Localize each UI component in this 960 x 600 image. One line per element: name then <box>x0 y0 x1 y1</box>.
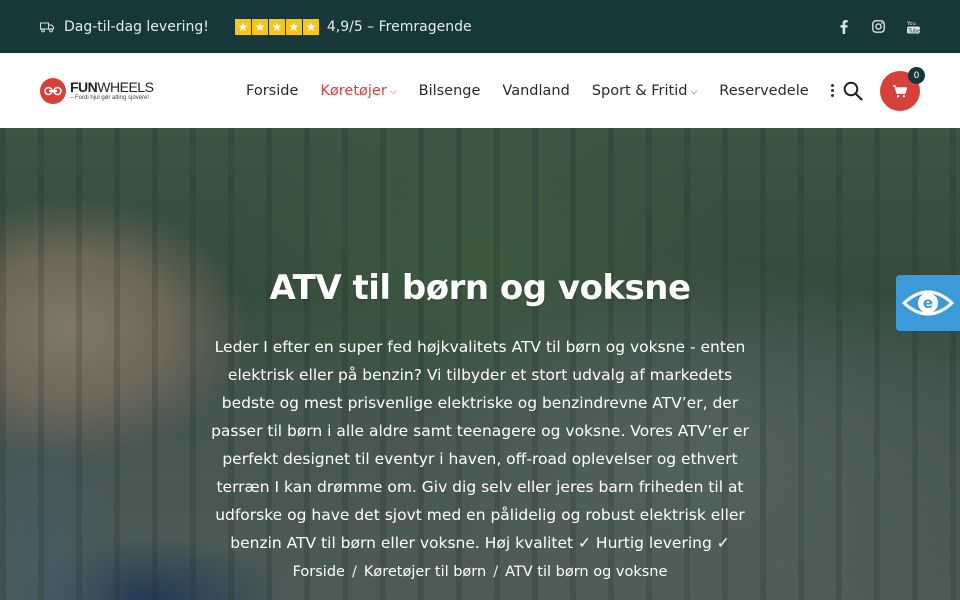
logo-tagline: – Fordi hjul gør alting sjovere! <box>70 94 150 101</box>
breadcrumb-separator: / <box>493 564 499 580</box>
chevron-down-icon: ⌵ <box>690 86 698 97</box>
nav-item-3[interactable]: Vandland <box>502 83 569 99</box>
nav-item-label: Køretøjer <box>320 82 387 99</box>
star-icon: ★ <box>234 18 251 35</box>
main-nav: Forside Køretøjer ⌵ Bilsenge Vandland Sport &… <box>246 83 835 99</box>
breadcrumb-home[interactable]: Forside <box>293 564 345 580</box>
cart-count-badge: 0 <box>908 67 925 84</box>
accessibility-button[interactable]: e <box>896 275 960 331</box>
search-icon[interactable] <box>843 81 863 101</box>
social-links: You Tube <box>837 19 920 34</box>
cart-icon <box>893 84 907 97</box>
page-title: ATV til børn og voksne <box>269 268 691 308</box>
nav-item-label: Bilsenge <box>418 82 481 99</box>
logo-badge <box>40 77 66 104</box>
breadcrumb-category[interactable]: Køretøjer til børn <box>364 564 486 580</box>
breadcrumb-separator: / <box>351 564 357 580</box>
nav-item-2[interactable]: Bilsenge <box>419 83 481 99</box>
youtube-icon[interactable]: You Tube <box>907 20 920 34</box>
star-icon: ★ <box>268 18 285 35</box>
nav-item-4[interactable]: Sport & Fritid ⌵ <box>592 83 697 99</box>
svg-text:Tube: Tube <box>908 28 921 34</box>
nav-item-5[interactable]: Reservedele <box>719 83 808 99</box>
facebook-icon[interactable] <box>837 19 850 34</box>
truck-icon <box>40 21 54 33</box>
more-menu-icon[interactable] <box>830 84 835 97</box>
top-bar: Dag-til-dag levering! ★ ★ ★ ★ ★ 4,9/5 – … <box>0 0 960 53</box>
site-header: FUNWHEELS – Fordi hjul gør alting sjover… <box>0 53 960 128</box>
nav-item-1[interactable]: Køretøjer ⌵ <box>320 83 396 99</box>
cart-button[interactable]: 0 <box>880 67 925 111</box>
breadcrumb-current: ATV til børn og voksne <box>505 564 668 580</box>
chevron-down-icon: ⌵ <box>389 86 397 97</box>
breadcrumb: Forside / Køretøjer til børn / ATV til b… <box>200 564 760 580</box>
nav-item-label: Sport & Fritid <box>591 82 688 99</box>
logo-wordmark: FUNWHEELS <box>70 78 154 95</box>
rating[interactable]: ★ ★ ★ ★ ★ 4,9/5 – Fremragende <box>234 18 472 35</box>
logo[interactable]: FUNWHEELS – Fordi hjul gør alting sjover… <box>40 77 190 104</box>
delivery-notice: Dag-til-dag levering! <box>40 19 209 35</box>
nav-item-label: Forside <box>246 82 299 99</box>
star-icon: ★ <box>302 18 319 35</box>
hero-description: Leder I efter en super fed højkvalitets … <box>211 338 749 552</box>
nav-item-label: Vandland <box>502 82 570 99</box>
star-icon: ★ <box>285 18 302 35</box>
star-icon: ★ <box>251 18 268 35</box>
svg-text:e: e <box>923 294 933 312</box>
svg-text:You: You <box>907 21 916 27</box>
delivery-text: Dag-til-dag levering! <box>64 18 209 35</box>
rating-stars: ★ ★ ★ ★ ★ <box>234 18 319 35</box>
nav-item-label: Reservedele <box>719 82 809 99</box>
eye-icon: e <box>902 290 954 316</box>
rating-text: 4,9/5 – Fremragende <box>326 18 472 35</box>
nav-item-0[interactable]: Forside <box>246 83 298 99</box>
hero-banner: ATV til børn og voksne Leder I efter en … <box>0 128 960 600</box>
instagram-icon[interactable] <box>872 20 885 34</box>
